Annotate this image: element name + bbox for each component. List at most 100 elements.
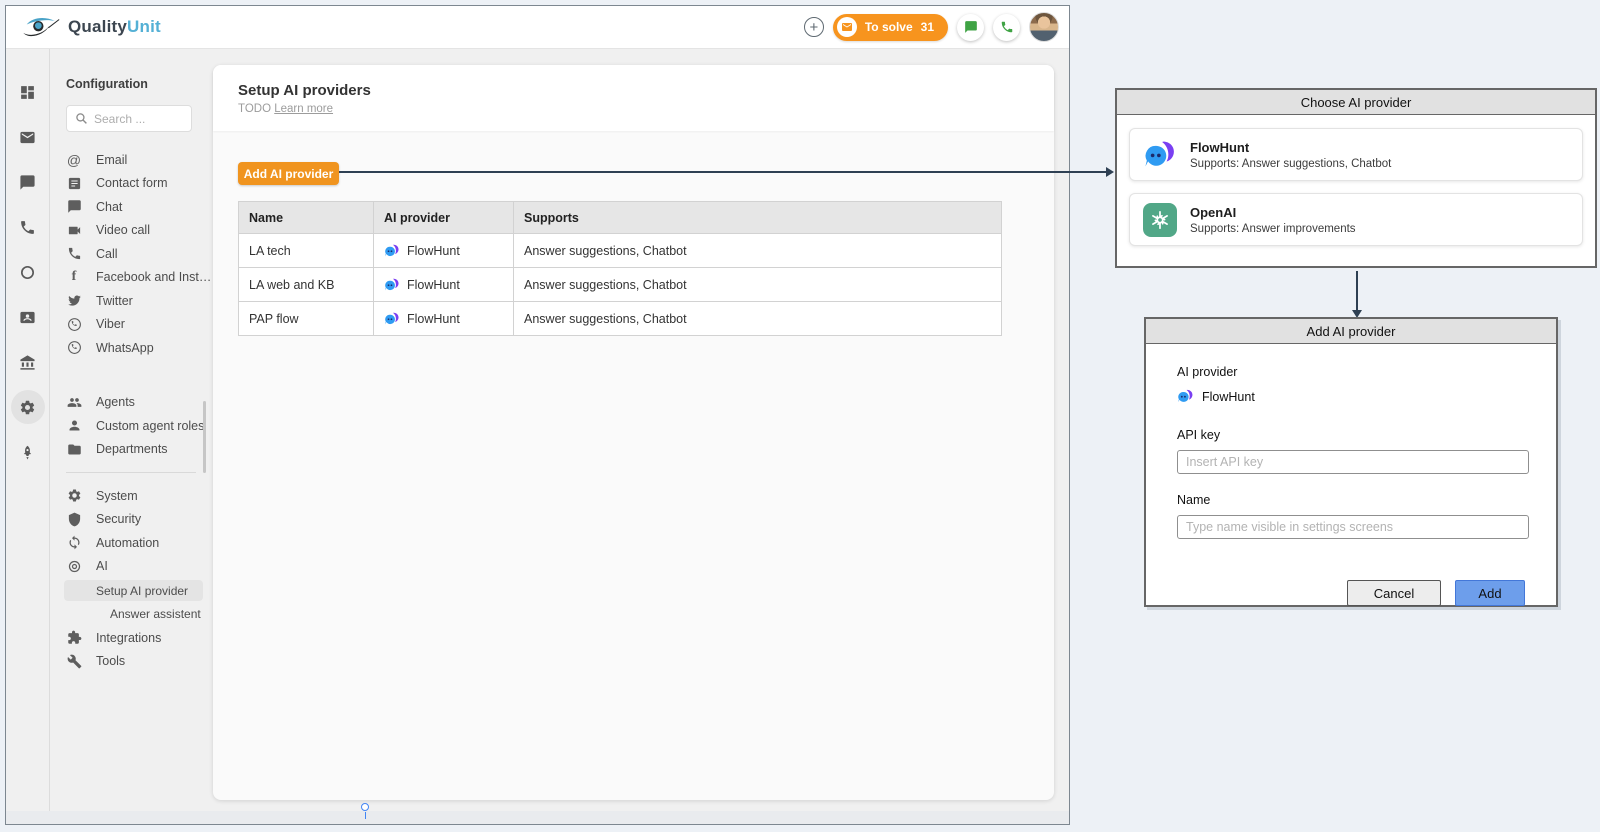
shield-icon — [66, 511, 82, 527]
rail-item-billing[interactable] — [11, 345, 45, 379]
ai-providers-table: Name AI provider Supports LA tech FlowHu… — [238, 201, 1002, 336]
sidebar-item-viber[interactable]: Viber — [50, 313, 206, 337]
sidebar-item-video-call[interactable]: Video call — [50, 219, 206, 243]
sidebar-item-call[interactable]: Call — [50, 242, 206, 266]
sidebar-item-contact-form[interactable]: Contact form — [50, 172, 206, 196]
add-ai-provider-button[interactable]: Add AI provider — [238, 162, 339, 185]
table-header-row: Name AI provider Supports — [239, 202, 1002, 234]
person-icon — [66, 418, 82, 434]
calls-button[interactable] — [993, 14, 1020, 41]
rail-item-contacts[interactable] — [11, 300, 45, 334]
choose-ai-provider-dialog: Choose AI provider FlowHunt Supports: An… — [1115, 88, 1597, 268]
page-header: Setup AI providers TODO Learn more — [213, 65, 1054, 131]
sidebar-item-custom-agent-roles[interactable]: Custom agent roles — [50, 414, 206, 438]
table-row[interactable]: LA tech FlowHunt Answer suggestions, Cha… — [239, 234, 1002, 268]
page-subtitle: TODO Learn more — [238, 103, 1054, 115]
sidebar-item-chat[interactable]: Chat — [50, 195, 206, 219]
sidebar-divider — [66, 472, 196, 473]
wrench-icon — [66, 653, 82, 669]
learn-more-link[interactable]: Learn more — [274, 103, 333, 115]
sidebar-item-whatsapp[interactable]: WhatsApp — [50, 336, 206, 360]
name-input[interactable] — [1177, 515, 1529, 539]
to-solve-button[interactable]: To solve 31 — [833, 14, 948, 41]
sidebar-item-setup-ai-provider[interactable]: Setup AI provider — [64, 580, 203, 601]
flowhunt-logo — [1143, 138, 1177, 172]
provider-option-openai[interactable]: OpenAI Supports: Answer improvements — [1129, 193, 1583, 246]
flowhunt-icon — [1177, 388, 1194, 405]
flowhunt-icon — [384, 277, 400, 293]
sidebar-item-ai[interactable]: AI — [50, 555, 206, 579]
ring-icon — [19, 264, 36, 281]
videocam-icon — [66, 222, 82, 238]
api-key-label: API key — [1177, 428, 1525, 442]
grid-icon — [19, 84, 36, 101]
icon-rail — [6, 49, 49, 824]
table-row[interactable]: PAP flow FlowHunt Answer suggestions, Ch… — [239, 302, 1002, 336]
search-input[interactable] — [94, 112, 179, 126]
phone-icon — [19, 219, 36, 236]
bank-icon — [19, 354, 36, 371]
twitter-icon — [66, 293, 82, 309]
page-title: Setup AI providers — [238, 82, 1054, 99]
qualityunit-logo[interactable]: QualityUnit — [20, 13, 161, 41]
sidebar-item-answer-assistant[interactable]: Answer assistent — [64, 603, 203, 624]
facebook-icon: f — [66, 269, 82, 285]
phone-icon — [1000, 20, 1014, 34]
sidebar-search[interactable] — [66, 105, 192, 132]
sidebar-item-facebook-instagram[interactable]: fFacebook and Inst… — [50, 266, 206, 290]
phone-icon — [66, 246, 82, 262]
to-solve-label: To solve — [865, 20, 913, 34]
sidebar-item-security[interactable]: Security — [50, 508, 206, 532]
column-header-supports: Supports — [514, 202, 1002, 234]
qualityunit-logo-text: QualityUnit — [68, 17, 161, 37]
flowhunt-icon — [384, 243, 400, 259]
main-content-card: Setup AI providers TODO Learn more Add A… — [213, 65, 1054, 800]
sidebar-item-integrations[interactable]: Integrations — [50, 626, 206, 650]
flowhunt-icon — [384, 311, 400, 327]
sidebar-scrollbar[interactable] — [203, 401, 206, 473]
liveagent-app-window: QualityUnit + To solve 31 — [5, 5, 1070, 825]
sidebar-item-automation[interactable]: Automation — [50, 531, 206, 555]
contact-card-icon — [19, 309, 36, 326]
sidebar-item-twitter[interactable]: Twitter — [50, 289, 206, 313]
sidebar-item-departments[interactable]: Departments — [50, 438, 206, 462]
provider-option-flowhunt[interactable]: FlowHunt Supports: Answer suggestions, C… — [1129, 128, 1583, 181]
rail-item-dashboard[interactable] — [11, 75, 45, 109]
rocket-icon — [19, 444, 36, 461]
gear-icon — [19, 399, 36, 416]
rail-item-call[interactable] — [11, 210, 45, 244]
rail-item-social[interactable] — [11, 255, 45, 289]
openai-logo — [1143, 203, 1177, 237]
api-key-input[interactable] — [1177, 450, 1529, 474]
sync-icon — [66, 535, 82, 551]
search-icon — [75, 112, 88, 125]
arrow-to-add-dialog — [1356, 271, 1358, 311]
add-button[interactable]: Add — [1455, 580, 1525, 606]
sidebar-item-agents[interactable]: Agents — [50, 391, 206, 415]
chat-bubble-icon — [964, 20, 978, 34]
table-row[interactable]: LA web and KB FlowHunt Answer suggestion… — [239, 268, 1002, 302]
qualityunit-logo-icon — [20, 13, 60, 41]
gear-icon — [66, 488, 82, 504]
sidebar-item-system[interactable]: System — [50, 484, 206, 508]
mail-icon — [19, 129, 36, 146]
at-icon: @ — [66, 152, 82, 168]
add-new-button[interactable]: + — [804, 17, 824, 37]
whatsapp-icon — [66, 340, 82, 356]
rail-item-getting-started[interactable] — [11, 435, 45, 469]
user-avatar[interactable] — [1029, 12, 1059, 42]
cancel-button[interactable]: Cancel — [1347, 580, 1441, 606]
target-icon — [66, 558, 82, 574]
folder-icon — [66, 441, 82, 457]
rail-item-configuration[interactable] — [11, 390, 45, 424]
chats-button[interactable] — [957, 14, 984, 41]
sidebar-item-email[interactable]: @Email — [50, 148, 206, 172]
rail-item-email[interactable] — [11, 120, 45, 154]
horizontal-scroll-track[interactable] — [6, 811, 1069, 824]
configuration-sidebar: Configuration @Email Contact form Chat V… — [50, 49, 206, 824]
sidebar-item-tools[interactable]: Tools — [50, 650, 206, 674]
diagram-anchor-point[interactable] — [361, 803, 369, 811]
rail-item-chat[interactable] — [11, 165, 45, 199]
dialog-title: Choose AI provider — [1117, 90, 1595, 115]
sidebar-menu: @Email Contact form Chat Video call Call… — [50, 148, 206, 673]
